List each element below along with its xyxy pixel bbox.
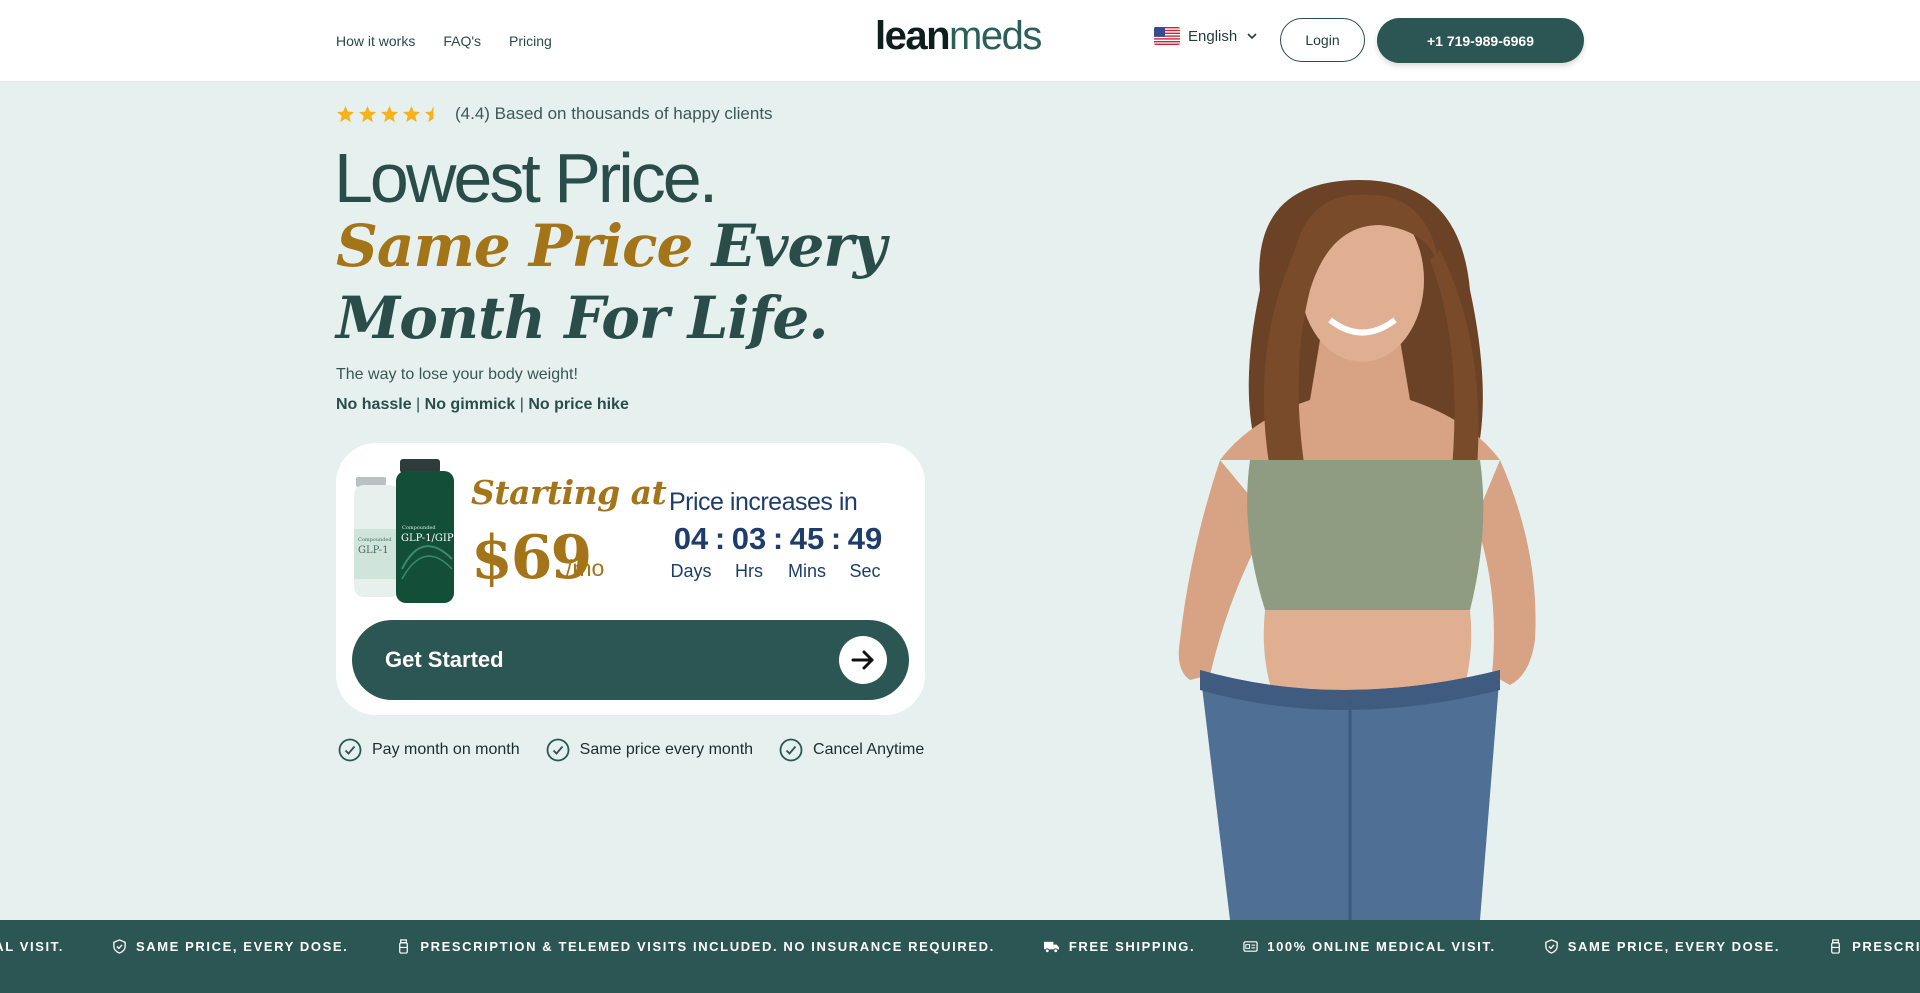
marquee-item-text: FREE SHIPPING.: [1068, 938, 1196, 954]
language-label: English: [1188, 27, 1238, 45]
headline-month-for-life: Month For Life.: [336, 284, 829, 352]
phone-button[interactable]: +1 719-989-6969: [1377, 18, 1584, 63]
login-button[interactable]: Login: [1280, 18, 1365, 62]
benefit-item: Cancel Anytime: [779, 738, 924, 762]
chevron-down-icon: [1247, 33, 1257, 40]
half-star-icon: [424, 105, 434, 122]
shield-check-icon: [113, 938, 126, 954]
starting-at-label: Starting at: [471, 473, 667, 512]
headline-same-price: Same Price Every Month For Life.: [336, 210, 887, 354]
rating-text: (4.4) Based on thousands of happy client…: [455, 104, 773, 123]
vial-small-label: GLP-1: [358, 545, 389, 556]
tagline-no-hassle: No hassle: [336, 396, 412, 413]
marquee-item-text: PRESCRIPTION & TELEMED VISITS INCLUDED. …: [420, 938, 995, 954]
check-circle-icon: [546, 738, 570, 762]
marquee-item: 100% ONLINE MEDICAL VISIT.: [1243, 939, 1495, 954]
truck-icon: [1043, 941, 1059, 953]
rating-row: (4.4) Based on thousands of happy client…: [336, 104, 773, 124]
countdown-seconds-value: 49: [847, 521, 883, 556]
marquee-item-text: ICAL VISIT.: [0, 938, 64, 954]
marquee-item-text: SAME PRICE, EVERY DOSE.: [1567, 938, 1781, 954]
hero-tagline: No hassle | No gimmick | No price hike: [336, 396, 629, 414]
marquee-item: SAME PRICE, EVERY DOSE.: [1544, 939, 1780, 954]
headline-gold-text: Same Price: [336, 212, 693, 280]
benefit-label: Pay month on month: [372, 741, 520, 758]
us-flag-icon: [1154, 27, 1180, 45]
price-card: Compounded GLP-1 Compounded GLP-1/GIP St…: [336, 443, 925, 715]
check-circle-icon: [779, 738, 803, 762]
countdown-days-value: 04: [673, 521, 709, 556]
countdown-minutes-label: Mins: [787, 561, 826, 581]
shield-check-icon: [1544, 938, 1558, 954]
id-card-icon: [1243, 940, 1258, 952]
check-circle-icon: [338, 738, 362, 762]
marquee-track: ICAL VISIT. SAME PRICE, EVERY DOSE. PRES…: [0, 920, 1920, 972]
logo-part-meds: meds: [949, 14, 1042, 58]
benefits-marquee: ICAL VISIT. SAME PRICE, EVERY DOSE. PRES…: [0, 920, 1920, 993]
benefit-label: Same price every month: [579, 741, 754, 758]
countdown-hours-value: 03: [731, 521, 767, 556]
countdown-minutes: 45 Mins: [785, 521, 829, 583]
svg-text:Compounded: Compounded: [358, 537, 392, 543]
star-icon: [402, 105, 421, 122]
countdown-separator: :: [772, 521, 784, 556]
svg-text:Compounded: Compounded: [402, 525, 436, 531]
nav-link-faqs[interactable]: FAQ's: [443, 33, 481, 49]
countdown-hours: 03 Hrs: [727, 521, 771, 583]
countdown-days: 04 Days: [669, 521, 713, 583]
nav-link-how-it-works[interactable]: How it works: [336, 33, 415, 49]
benefits-list: Pay month on month Same price every mont…: [338, 738, 924, 762]
tagline-separator: |: [411, 396, 425, 413]
medication-vials-image: Compounded GLP-1 Compounded GLP-1/GIP: [354, 459, 454, 603]
hero-woman-image: [1178, 180, 1536, 920]
marquee-item: PRESCRIPTION & T: [1828, 939, 1920, 954]
site-header: How it works FAQ's Pricing lean meds Engl…: [0, 0, 1920, 82]
marquee-item-text: 100% ONLINE MEDICAL VISIT.: [1267, 938, 1496, 954]
nav-link-pricing[interactable]: Pricing: [509, 33, 552, 49]
get-started-button[interactable]: Get Started: [352, 620, 909, 700]
price-period: /mo: [566, 555, 605, 581]
marquee-item: ICAL VISIT.: [0, 939, 64, 954]
bottle-icon: [1831, 938, 1840, 954]
tagline-no-gimmick: No gimmick: [424, 396, 516, 413]
countdown-separator: :: [830, 521, 842, 556]
vial-large-label: GLP-1/GIP: [401, 533, 454, 544]
marquee-item: SAME PRICE, EVERY DOSE.: [112, 939, 348, 954]
countdown-separator: :: [714, 521, 726, 556]
logo-part-lean: lean: [875, 14, 951, 58]
main-nav: How it works FAQ's Pricing: [336, 0, 552, 82]
star-icon: [380, 105, 399, 122]
get-started-label: Get Started: [385, 647, 504, 672]
countdown-seconds: 49 Sec: [843, 521, 887, 583]
benefit-item: Pay month on month: [338, 738, 520, 762]
star-icon: [336, 105, 355, 122]
leanmeds-logo[interactable]: lean meds: [875, 14, 1042, 62]
price-increase-label: Price increases in: [669, 488, 858, 516]
rating-stars: [336, 105, 443, 124]
countdown-seconds-label: Sec: [849, 561, 881, 581]
tagline-no-price-hike: No price hike: [528, 396, 629, 413]
language-selector[interactable]: English: [1154, 27, 1259, 45]
countdown-minutes-value: 45: [789, 521, 825, 556]
marquee-item: PRESCRIPTION & TELEMED VISITS INCLUDED. …: [396, 939, 994, 954]
benefit-label: Cancel Anytime: [813, 741, 925, 758]
countdown-hours-label: Hrs: [735, 561, 763, 581]
hero-subtitle: The way to lose your body weight!: [336, 366, 578, 383]
countdown-timer: 04 Days : 03 Hrs : 45 Mins : 49 Sec: [669, 521, 887, 583]
countdown-days-label: Days: [670, 561, 712, 581]
headline-every-text: Every: [692, 212, 887, 280]
marquee-item-text: PRESCRIPTION & T: [1852, 938, 1920, 954]
headline-lowest-price: Lowest Price.: [334, 139, 718, 217]
tagline-separator: |: [515, 396, 529, 413]
arrow-right-icon: [839, 636, 887, 684]
star-icon: [358, 105, 377, 122]
marquee-item: FREE SHIPPING.: [1043, 939, 1195, 954]
benefit-item: Same price every month: [546, 738, 753, 762]
marquee-item-text: SAME PRICE, EVERY DOSE.: [135, 938, 349, 954]
bottle-icon: [399, 938, 409, 954]
